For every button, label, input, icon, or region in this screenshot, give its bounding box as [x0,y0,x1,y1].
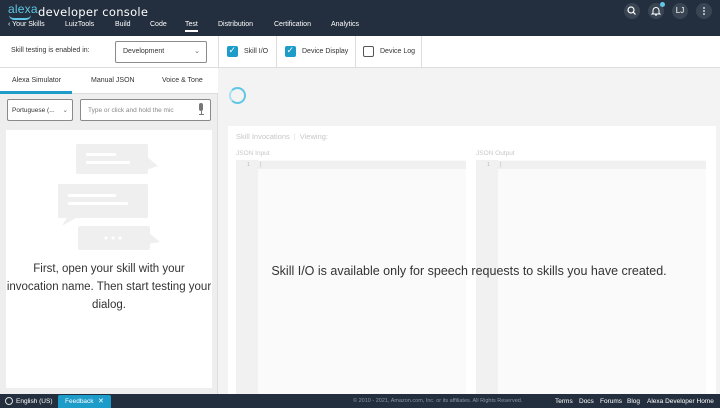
nav-build[interactable]: Build [115,21,131,28]
feedback-label: Feedback [65,398,94,405]
app-title: developer console [38,5,149,19]
locale-select-value: Portuguese (... [12,107,55,114]
line-number: 1 [487,162,491,168]
device-log-checkbox[interactable] [363,46,374,57]
nav-analytics[interactable]: Analytics [331,21,359,28]
utterance-input[interactable] [80,99,211,121]
tab-voice-tone[interactable]: Voice & Tone [162,77,203,84]
caret: | [260,162,262,168]
footer: English (US) Feedback ✕ © 2010 - 2021, A… [0,394,720,408]
simulator-panel: Alexa Simulator Manual JSON Voice & Tone… [0,68,218,394]
chevron-down-icon: ⌄ [194,48,200,55]
device-log-label: Device Log [380,48,416,55]
active-line [258,161,466,169]
menu-dots-icon[interactable] [696,3,712,19]
tab-manual-json[interactable]: Manual JSON [91,77,135,84]
logo-text: alexa [8,2,38,16]
globe-icon [5,397,13,405]
skill-io-panel: Skill Invocations | Viewing: JSON Input 1 … [218,68,720,394]
device-display-checkbox[interactable] [285,45,296,57]
language-selector[interactable]: English (US) [16,398,52,405]
active-line [498,161,706,169]
notification-dot [660,2,665,7]
mic-icon[interactable] [197,103,205,116]
stage-select[interactable]: Development ⌄ [115,41,207,63]
footer-link-terms[interactable]: Terms [555,398,573,405]
simulator-tabs: Alexa Simulator Manual JSON Voice & Tone [0,68,218,94]
nav-distribution[interactable]: Distribution [218,21,253,28]
chevron-down-icon: ⌄ [62,107,68,114]
nav-skill-name[interactable]: LuizTools [65,21,94,28]
stage-select-value: Development [123,48,165,55]
nav-test[interactable]: Test [185,21,198,32]
json-output-label: JSON Output [476,150,515,157]
footer-link-alexa-home[interactable]: Alexa Developer Home [647,398,714,405]
close-icon[interactable]: ✕ [98,397,104,405]
divider [355,36,356,68]
nav-certification[interactable]: Certification [274,21,311,28]
locale-select[interactable]: Portuguese (... ⌄ [7,99,73,121]
skill-io-card: Skill Invocations | Viewing: JSON Input 1 … [228,126,716,394]
skill-io-unavailable-message: Skill I/O is available only for speech r… [271,264,667,278]
empty-dialog-message: First, open your skill with your invocat… [6,263,212,311]
skill-io-checkbox[interactable] [227,45,238,57]
header-icons: LJ [624,2,714,19]
loading-spinner-icon [229,87,246,104]
feedback-button[interactable]: Feedback ✕ [58,395,111,408]
viewing-label: Viewing: [299,132,328,141]
divider [421,36,422,68]
footer-link-blog[interactable]: Blog [627,398,640,405]
testing-enabled-label: Skill testing is enabled in: [11,47,90,54]
active-tab-indicator [0,91,72,94]
caret: | [500,162,502,168]
top-bar: alexa developer console LJ ‹ Your Skills… [0,0,720,36]
divider: | [293,132,296,141]
footer-link-forums[interactable]: Forums [600,398,622,405]
io-header: Skill Invocations | Viewing: [236,132,328,141]
skill-io-label: Skill I/O [244,48,269,55]
main-nav: ‹ Your Skills LuizTools Build Code Test … [0,20,720,36]
chat-bubbles-illustration [58,144,160,250]
user-avatar[interactable]: LJ [672,3,688,19]
bell-icon[interactable] [648,2,665,19]
skill-invocations-title: Skill Invocations [236,132,290,141]
dialog-area: First, open your skill with your invocat… [6,130,212,388]
tab-alexa-simulator[interactable]: Alexa Simulator [12,77,61,84]
nav-code[interactable]: Code [150,21,167,28]
device-display-label: Device Display [302,48,349,55]
test-control-bar: Skill testing is enabled in: Development… [0,36,720,68]
search-icon[interactable] [624,3,640,19]
divider [276,36,277,68]
nav-your-skills[interactable]: ‹ Your Skills [8,21,45,28]
footer-link-docs[interactable]: Docs [579,398,594,405]
json-input-label: JSON Input [236,150,270,157]
divider [218,36,219,68]
line-number: 1 [247,162,251,168]
copyright-text: © 2010 - 2021, Amazon.com, Inc. or its a… [353,397,523,404]
